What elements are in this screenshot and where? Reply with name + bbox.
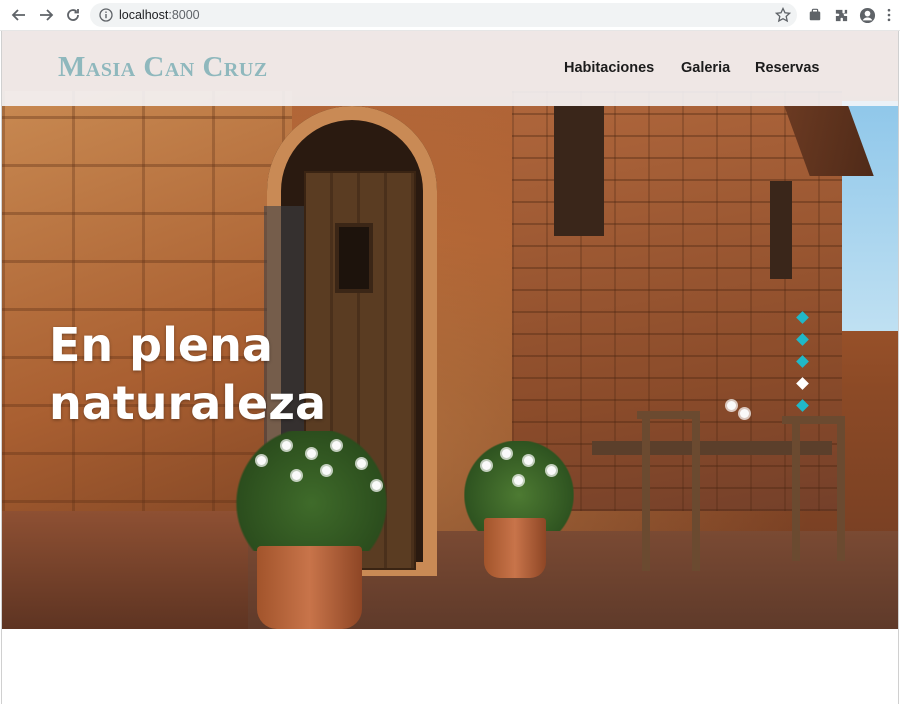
site-logo[interactable]: Masia Can Cruz: [58, 51, 268, 84]
hero-section: En plena naturaleza: [2, 31, 898, 629]
nav-link-reservas[interactable]: Reservas: [755, 60, 820, 76]
reload-button[interactable]: [62, 4, 84, 26]
hero-headline-line-1: En plena: [49, 318, 273, 372]
page-viewport: En plena naturaleza Masia Can Cruz Habit…: [1, 31, 899, 704]
arrow-right-icon: [40, 9, 54, 21]
url-port: :8000: [168, 8, 200, 22]
info-icon[interactable]: [99, 8, 113, 22]
slide-indicator[interactable]: [796, 377, 809, 390]
site-header: Masia Can Cruz Habitaciones Galeria Rese…: [2, 31, 898, 106]
slide-indicator[interactable]: [796, 355, 809, 368]
menu-button[interactable]: [884, 6, 894, 24]
slider-indicators: [796, 311, 812, 412]
reload-icon: [67, 9, 79, 21]
store-icon: [809, 8, 821, 21]
browser-toolbar: localhost:8000: [0, 0, 900, 31]
url-host: localhost: [119, 8, 169, 22]
arrow-left-icon: [11, 9, 25, 21]
slide-indicator[interactable]: [796, 311, 809, 324]
hero-headline-line-2: naturaleza: [49, 376, 327, 430]
extension-icon-1[interactable]: [806, 6, 824, 24]
bookmark-star-icon[interactable]: [775, 7, 791, 23]
nav-link-habitaciones[interactable]: Habitaciones: [564, 60, 654, 76]
kebab-menu-icon: [887, 8, 891, 22]
nav-link-galeria[interactable]: Galeria: [681, 60, 730, 76]
puzzle-icon: [835, 9, 847, 21]
profile-button[interactable]: [858, 6, 876, 24]
extensions-button[interactable]: [832, 6, 850, 24]
account-circle-icon: [859, 7, 875, 23]
hero-headline: En plena naturaleza: [49, 316, 389, 432]
slide-indicator[interactable]: [796, 399, 809, 412]
address-bar[interactable]: localhost:8000: [90, 3, 797, 27]
forward-button[interactable]: [35, 4, 57, 26]
url-text: localhost:8000: [119, 8, 200, 22]
slide-indicator[interactable]: [796, 333, 809, 346]
back-button[interactable]: [8, 4, 30, 26]
